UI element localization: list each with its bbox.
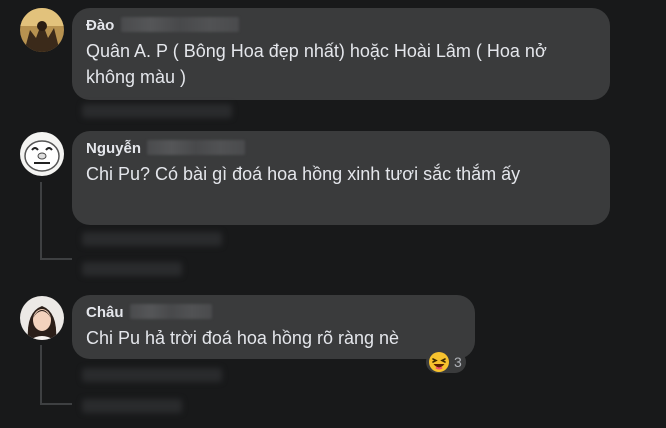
view-replies-link[interactable] xyxy=(82,399,182,413)
avatar[interactable] xyxy=(20,132,64,176)
comment-actions[interactable] xyxy=(82,368,222,382)
comment-author[interactable]: Châu xyxy=(86,304,124,321)
avatar[interactable] xyxy=(20,8,64,52)
reaction-count: 3 xyxy=(454,354,462,370)
cartoon-face-avatar-icon xyxy=(20,132,64,176)
comment-actions[interactable] xyxy=(82,104,232,118)
reply-thread-line xyxy=(40,345,42,405)
reaction-summary[interactable]: 3 xyxy=(426,351,466,373)
comment-bubble[interactable]: Nguyễn Chi Pu? Có bài gì đoá hoa hồng xi… xyxy=(72,131,610,225)
comment-author[interactable]: Đào xyxy=(86,17,114,34)
redacted-name xyxy=(147,140,246,155)
redacted-name xyxy=(129,304,212,319)
reply-thread-line xyxy=(40,182,42,260)
haha-reaction-icon xyxy=(429,352,449,372)
redacted-name xyxy=(120,17,239,32)
comment-text: Quân A. P ( Bông Hoa đẹp nhất) hoặc Hoài… xyxy=(86,41,547,87)
comment-text: Chi Pu? Có bài gì đoá hoa hồng xinh tươi… xyxy=(86,164,521,184)
comment-author[interactable]: Nguyễn xyxy=(86,140,141,157)
comment-bubble[interactable]: Châu Chi Pu hả trời đoá hoa hồng rõ ràng… xyxy=(72,295,475,359)
avatar[interactable] xyxy=(20,296,64,340)
comment-bubble[interactable]: Đào Quân A. P ( Bông Hoa đẹp nhất) hoặc … xyxy=(72,8,610,100)
profile-photo-icon xyxy=(20,296,64,340)
reply-thread-connector xyxy=(40,403,72,405)
reply-thread-connector xyxy=(40,258,72,260)
comment-actions[interactable] xyxy=(82,232,222,246)
view-replies-link[interactable] xyxy=(82,262,182,276)
comment-text: Chi Pu hả trời đoá hoa hồng rõ ràng nè xyxy=(86,328,400,348)
profile-photo-icon xyxy=(20,8,64,52)
